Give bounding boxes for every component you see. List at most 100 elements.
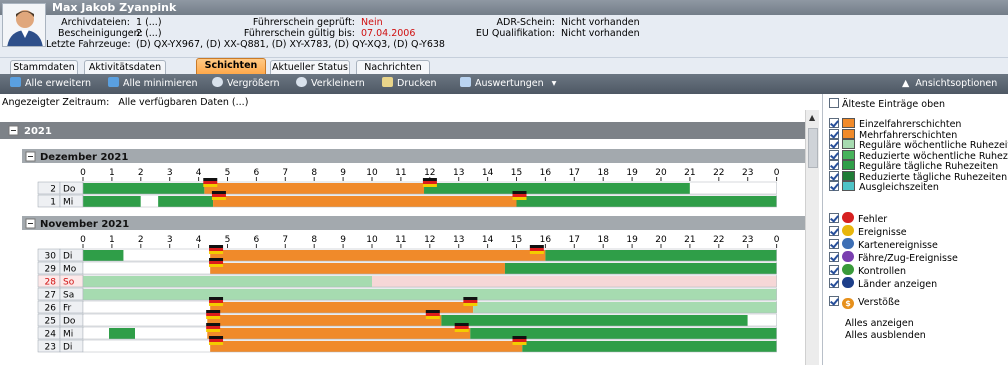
shift-segment-green[interactable] (158, 196, 214, 207)
shift-segment-green[interactable] (83, 183, 205, 194)
expand-all-button[interactable]: Alle erweitern (10, 77, 91, 91)
legend-item-checkbox[interactable] (829, 139, 839, 149)
hour-label: 7 (282, 235, 288, 245)
shift-segment-green[interactable] (83, 196, 141, 207)
shift-segment-pink[interactable] (372, 276, 777, 287)
shift-segment-green[interactable] (504, 263, 777, 274)
show-all-link[interactable]: Alles anzeigen (845, 318, 914, 330)
legend-event-checkbox[interactable] (829, 252, 839, 262)
tab-schichten[interactable]: Schichten (196, 58, 266, 74)
violations-option[interactable]: $ Verstöße (829, 296, 900, 309)
shift-segment-green[interactable] (545, 250, 777, 261)
country-flag-de-stripe-red (454, 326, 469, 329)
shift-segment-white[interactable] (83, 315, 208, 326)
legend-event[interactable]: Ereignisse (829, 225, 907, 238)
shift-segment-white[interactable] (83, 263, 211, 274)
country-flag-de-stripe-gold (529, 251, 544, 254)
hour-label: 12 (424, 235, 435, 245)
shift-segment-white[interactable] (747, 315, 777, 326)
oldest-first-option[interactable]: Älteste Einträge oben (829, 98, 945, 110)
country-flag-de-stripe-red (209, 261, 224, 264)
archive-value[interactable]: 1 (...) (136, 17, 162, 28)
legend-event-checkbox[interactable] (829, 278, 839, 288)
shift-segment-lightgreen[interactable] (473, 302, 777, 313)
tab-nachrichten[interactable]: Nachrichten (356, 60, 430, 74)
legend-event-checkbox[interactable] (829, 239, 839, 249)
shift-segment-orange[interactable] (207, 315, 442, 326)
shift-segment-green[interactable] (441, 315, 748, 326)
hour-label: 19 (626, 235, 638, 245)
shift-segment-orange[interactable] (204, 183, 425, 194)
hour-label: 14 (482, 168, 494, 178)
shift-segment-green[interactable] (516, 196, 777, 207)
scroll-up-icon[interactable]: ▲ (809, 113, 815, 122)
hour-label: 0 (80, 168, 86, 178)
toolbar: Alle erweitern Alle minimieren Vergrößer… (0, 74, 1008, 94)
legend-event[interactable]: Kartenereignisse (829, 238, 938, 251)
legend-item-label: Ausgleichszeiten (859, 182, 939, 193)
shift-segment-white[interactable] (123, 250, 211, 261)
tab-stammdaten[interactable]: Stammdaten (10, 60, 78, 74)
hour-label: 9 (340, 168, 346, 178)
shift-segment-green[interactable] (424, 183, 690, 194)
legend-event[interactable]: Kontrollen (829, 264, 906, 277)
shift-segment-white[interactable] (83, 328, 110, 339)
hour-label: 19 (626, 168, 638, 178)
certificates-value[interactable]: 2 (...) (136, 28, 162, 39)
hour-label: 3 (167, 168, 173, 178)
shift-segment-white[interactable] (83, 302, 211, 313)
scroll-thumb[interactable] (808, 128, 818, 168)
violations-checkbox[interactable] (829, 296, 839, 306)
legend-event-checkbox[interactable] (829, 226, 839, 236)
zoom-in-button[interactable]: Vergrößern (212, 77, 279, 91)
tab-aktivitaetsdaten[interactable]: Aktivitätsdaten (84, 60, 166, 74)
country-flag-de-stripe-gold (206, 329, 221, 332)
legend-item-checkbox[interactable] (829, 118, 839, 128)
hide-all-link[interactable]: Alles ausblenden (845, 330, 926, 342)
hour-label: 15 (511, 168, 522, 178)
legend-item-checkbox[interactable] (829, 181, 839, 191)
legend-event[interactable]: Fehler (829, 212, 887, 225)
legend-item-checkbox[interactable] (829, 170, 839, 181)
shift-segment-orange[interactable] (210, 341, 523, 352)
hour-label: 2 (138, 235, 144, 245)
view-options-button[interactable]: ▲ Ansichtsoptionen (902, 77, 997, 91)
shift-segment-white[interactable] (135, 328, 208, 339)
legend-event[interactable]: Fähre/Zug-Ereignisse (829, 251, 958, 264)
vertical-scrollbar[interactable]: ▲ (805, 110, 819, 365)
shift-segment-orange[interactable] (210, 263, 505, 274)
country-flag-de-stripe-gold (454, 329, 469, 332)
hour-label: 13 (453, 168, 464, 178)
month-title: Dezember 2021 (40, 152, 128, 163)
shift-segment-green[interactable] (109, 328, 136, 339)
shift-segment-green[interactable] (83, 250, 124, 261)
shift-segment-orange[interactable] (207, 328, 471, 339)
shift-segment-orange[interactable] (213, 196, 517, 207)
legend-item-checkbox[interactable] (829, 160, 839, 170)
analysis-button[interactable]: Auswertungen ▾ (460, 77, 556, 91)
shift-segment-white[interactable] (83, 341, 211, 352)
legend-event-checkbox[interactable] (829, 213, 839, 223)
oldest-first-checkbox[interactable] (829, 98, 839, 108)
country-flag-de-stripe-black (203, 178, 218, 181)
legend-item[interactable]: Ausgleichszeiten (829, 181, 939, 193)
zoom-out-button[interactable]: Verkleinern (296, 77, 365, 91)
shift-segment-white[interactable] (140, 196, 159, 207)
legend-event[interactable]: Länder anzeigen (829, 277, 937, 290)
collapse-all-button[interactable]: Alle minimieren (108, 77, 198, 91)
legend-item-checkbox[interactable] (829, 128, 839, 139)
print-button[interactable]: Drucken (382, 77, 437, 91)
legend-item-checkbox[interactable] (829, 149, 839, 160)
year-header-bar (0, 122, 805, 139)
shift-segment-green[interactable] (522, 341, 777, 352)
tab-aktueller-status[interactable]: Aktueller Status (270, 60, 350, 74)
shift-segment-lightgreen[interactable] (83, 289, 777, 300)
shift-segment-white[interactable] (689, 183, 777, 194)
legend-event-checkbox[interactable] (829, 265, 839, 275)
day-name: Di (63, 252, 72, 262)
day-number: 28 (45, 278, 57, 288)
shift-segment-lightgreen[interactable] (83, 276, 372, 287)
hour-label: 20 (655, 235, 667, 245)
hour-label: 16 (540, 235, 552, 245)
shift-segment-orange[interactable] (210, 250, 546, 261)
